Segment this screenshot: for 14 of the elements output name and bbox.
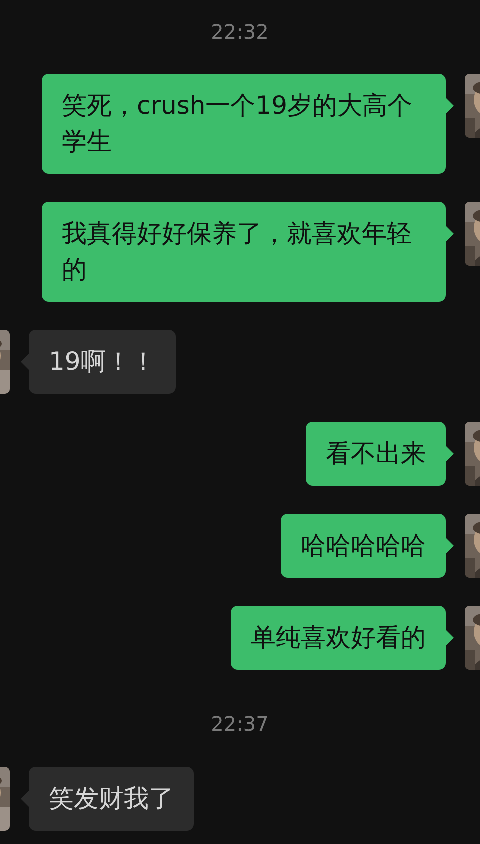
chat-bubble: 19啊！！ <box>29 330 176 394</box>
chat-bubble: 笑发财我了 <box>29 767 194 831</box>
bubble-tail <box>446 630 454 646</box>
chat-bubble: 看不出来 <box>306 422 446 486</box>
chat-bubble: 单纯喜欢好看的 <box>231 606 446 670</box>
timestamp: 22:32 <box>210 20 270 44</box>
bubble-tail <box>446 446 454 462</box>
chat-bubble: 哈哈哈哈哈 <box>281 514 446 578</box>
bubble-tail <box>446 538 454 554</box>
timestamp: 22:37 <box>210 712 270 736</box>
chat-bubble: 笑死，crush一个19岁的大高个学生 <box>42 74 446 174</box>
bubble-tail <box>446 226 454 242</box>
bubble-tail <box>446 98 454 114</box>
chat-bubble: 我真得好好保养了，就喜欢年轻的 <box>42 202 446 302</box>
